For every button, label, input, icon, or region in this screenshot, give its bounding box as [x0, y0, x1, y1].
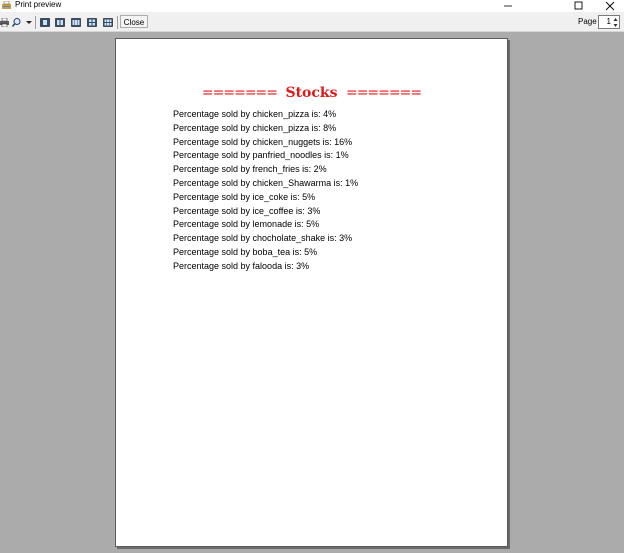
six-pages-icon[interactable]	[103, 18, 113, 27]
stock-line: Percentage sold by chicken_pizza is: 8%	[173, 122, 337, 133]
spin-up-icon[interactable]	[613, 17, 618, 22]
stock-line: Percentage sold by ice_coffee is: 3%	[173, 205, 321, 216]
page-number-value: 1	[606, 17, 611, 26]
four-pages-icon[interactable]	[87, 18, 97, 27]
page-label: Page	[578, 17, 597, 26]
zoom-dropdown-chevron-icon[interactable]	[25, 18, 33, 27]
preview-page: ======= Stocks ======= Percentage sold b…	[115, 38, 508, 547]
document-title: ======= Stocks =======	[116, 84, 507, 102]
maximize-button[interactable]	[562, 0, 594, 12]
stock-line: Percentage sold by boba_tea is: 5%	[173, 246, 318, 257]
minimize-button[interactable]	[492, 0, 524, 12]
one-page-icon[interactable]	[40, 18, 50, 27]
stock-percentage-list: Percentage sold by chicken_pizza is: 4% …	[173, 108, 358, 274]
stock-line: Percentage sold by chicken_Shawarma is: …	[173, 177, 359, 188]
zoom-icon[interactable]	[12, 18, 21, 27]
close-window-button[interactable]	[594, 0, 624, 12]
page-number-stepper[interactable]: 1	[598, 15, 620, 29]
stock-line: Percentage sold by lemonade is: 5%	[173, 219, 320, 230]
toolbar-separator	[35, 16, 36, 29]
print-preview-app-icon	[2, 1, 11, 9]
spin-down-icon[interactable]	[613, 23, 618, 28]
title-word: Stocks	[285, 85, 338, 101]
stock-line: Percentage sold by falooda is: 3%	[173, 260, 310, 271]
stock-line: Percentage sold by chicken_pizza is: 4%	[173, 109, 337, 119]
toolbar-separator	[117, 16, 118, 29]
stock-line: Percentage sold by chocholate_shake is: …	[173, 233, 353, 244]
stock-line: Percentage sold by chicken_nuggets is: 1…	[173, 136, 353, 147]
title-decoration-right: =======	[345, 85, 422, 101]
stock-line: Percentage sold by ice_coke is: 5%	[173, 191, 316, 202]
preview-toolbar: Close Page 1	[0, 12, 624, 32]
stock-line: Percentage sold by french_fries is: 2%	[173, 164, 327, 175]
three-pages-icon[interactable]	[71, 18, 81, 27]
stock-line: Percentage sold by panfried_noodles is: …	[173, 150, 349, 161]
close-preview-button[interactable]: Close	[120, 15, 148, 28]
title-decoration-left: =======	[201, 85, 278, 101]
window-title: Print preview	[15, 0, 62, 9]
print-icon[interactable]	[0, 18, 9, 27]
window-titlebar: Print preview	[0, 0, 624, 12]
two-pages-icon[interactable]	[55, 18, 65, 27]
